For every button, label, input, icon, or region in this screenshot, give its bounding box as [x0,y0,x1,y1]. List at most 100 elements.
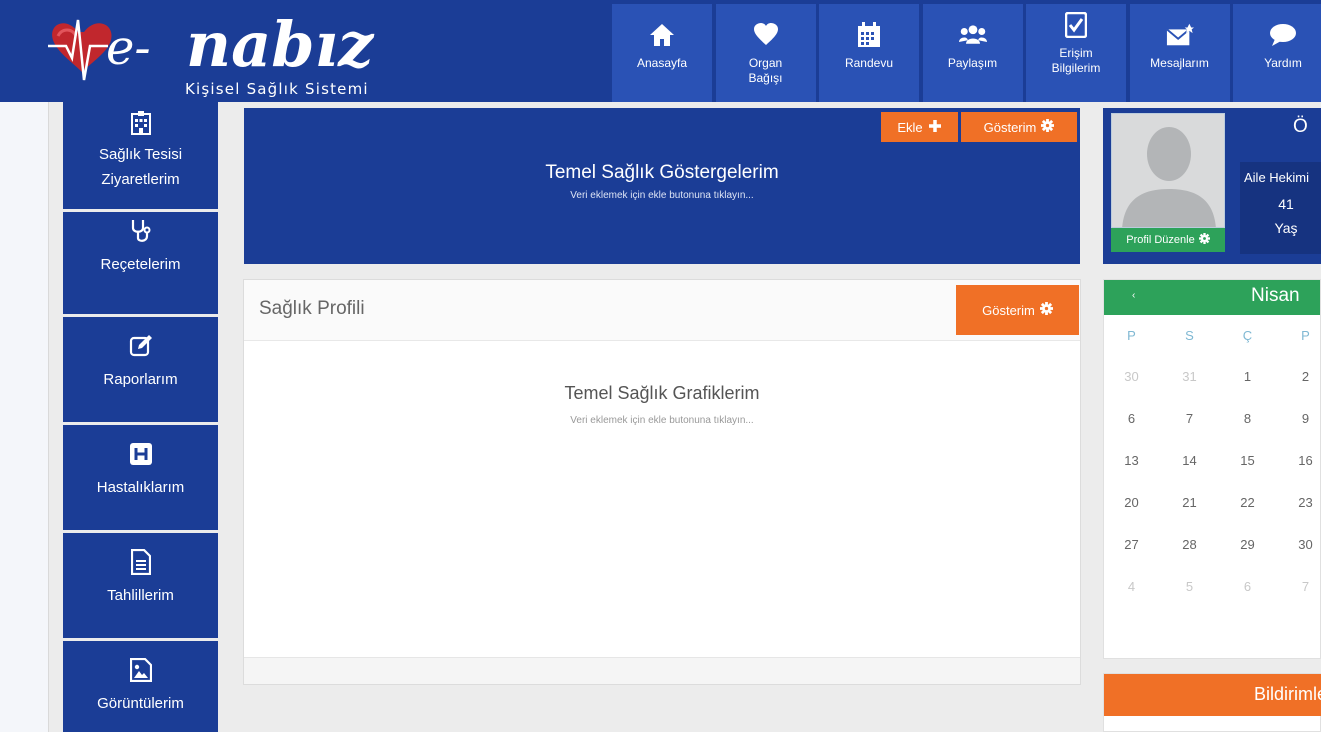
calendar-day[interactable]: 7 [1275,579,1320,594]
calendar-day[interactable]: 16 [1275,453,1320,468]
gear-icon [1198,233,1210,247]
calendar-day[interactable]: 8 [1217,411,1278,426]
logo-nabiz: nabız [186,8,375,81]
calendar-day[interactable]: 2 [1275,369,1320,384]
calendar-day[interactable]: 20 [1104,495,1162,510]
heart-icon [752,20,780,50]
grafik-title: Temel Sağlık Grafiklerim [564,383,760,403]
temel-title: Temel Sağlık Göstergelerim [545,162,779,183]
calendar-day[interactable]: 6 [1217,579,1278,594]
image-icon [129,655,152,685]
calendar-day[interactable]: 9 [1275,411,1320,426]
user-info-box: Aile Hekimi 41 Yaş [1240,162,1321,254]
calendar-days-of-week: P S Ç P [1104,315,1320,355]
calendar-day[interactable]: 15 [1217,453,1278,468]
notifications-header: Bildirimler [1104,674,1321,716]
gosterim-label: Gösterim [983,119,1037,135]
profil-duzenle-label: Profil Düzenle [1126,234,1195,246]
calendar-month: Nisan [1251,285,1300,306]
calendar-day[interactable]: 4 [1104,579,1162,594]
home-icon [648,20,676,50]
calendar-grid: P S Ç P 30 31 1 2 6 7 8 9 13 14 15 16 20… [1104,315,1320,607]
aile-hekimi-label: Aile Hekimi [1244,170,1310,185]
age-label: Yaş [1274,220,1298,236]
calendar-day[interactable]: 5 [1159,579,1220,594]
nav-erisim-bilgilerim[interactable]: Erişim Bilgilerim [1026,4,1126,102]
nav-label: Yardım [1264,56,1302,70]
calendar-day[interactable]: 14 [1159,453,1220,468]
gosterim-button[interactable]: Gösterim [961,112,1077,142]
calendar-day[interactable]: 30 [1104,369,1162,384]
nav-label: Randevu [844,56,894,70]
nav-yardim[interactable]: Yardım [1233,4,1321,102]
plus-icon [928,119,942,136]
notifications-title: Bildirimler [1254,684,1321,704]
calendar-week: 27 28 29 30 [1104,523,1320,565]
age-value: 41 [1278,196,1294,212]
top-header: e- nabız Kişisel Sağlık Sistemi Anasayfa… [0,0,1321,102]
sidebar-item-tahlillerim[interactable]: Tahlillerim [63,533,218,641]
grafik-subtitle: Veri eklemek için ekle butonuna tıklayın… [570,415,754,426]
ekle-label: Ekle [897,119,923,135]
calendar-week: 6 7 8 9 [1104,397,1320,439]
envelope-icon [1165,20,1194,50]
calendar-day[interactable]: 6 [1104,411,1162,426]
sidebar-item-label: Tahlillerim [107,587,174,604]
calendar-day[interactable]: 1 [1217,369,1278,384]
calendar-day[interactable]: 29 [1217,537,1278,552]
sidebar-item-saglik-tesisi-ziyaretlerim[interactable]: Sağlık Tesisi Ziyaretlerim [63,102,218,212]
day-of-week: P [1301,327,1310,343]
profil-duzenle-button[interactable]: Profil Düzenle [1111,228,1225,252]
ekle-button[interactable]: Ekle [881,112,958,142]
nav-label: Organ Bağışı [748,56,783,85]
logo-e: e- [106,20,151,76]
calendar-icon [855,20,883,50]
calendar-day[interactable]: 7 [1159,411,1220,426]
day-of-week: P [1127,327,1136,343]
gear-icon [1041,119,1055,135]
gear-icon [1039,302,1053,318]
user-silhouette-icon [1112,114,1224,227]
saglik-profili-card: Sağlık Profili Gösterim Temel Sağlık Gra… [243,279,1081,685]
calendar-day[interactable]: 27 [1104,537,1162,552]
sidebar-item-label: Hastalıklarım [96,479,185,496]
day-of-week: S [1185,327,1194,343]
sidebar-item-raporlarim[interactable]: Raporlarım [63,317,218,425]
users-icon [958,20,987,50]
calendar-prev-button[interactable]: ‹ [1132,290,1135,301]
profil-header: Sağlık Profili Gösterim [244,280,1080,341]
nav-anasayfa[interactable]: Anasayfa [612,4,712,102]
chat-bubble-icon [1269,20,1297,50]
nav-randevu[interactable]: Randevu [819,4,919,102]
document-icon [130,547,151,577]
notifications-panel: Bildirimler [1103,673,1321,732]
sidebar-item-hastaliklarim[interactable]: Hastalıklarım [63,425,218,533]
sidebar-item-label: Reçetelerim [100,256,181,273]
calendar-widget: ‹ Nisan P S Ç P 30 31 1 2 6 7 8 9 13 14 … [1103,279,1321,659]
edit-icon [129,331,153,361]
nav-paylasim[interactable]: Paylaşım [922,4,1023,102]
calendar-day[interactable]: 22 [1217,495,1278,510]
sidebar-item-recetelerim[interactable]: Reçetelerim [63,212,218,317]
sidebar-item-label: Sağlık Tesisi Ziyaretlerim [98,146,183,188]
profil-gosterim-button[interactable]: Gösterim [956,285,1079,335]
logo-tagline: Kişisel Sağlık Sistemi [185,80,369,98]
nav-mesajlarim[interactable]: Mesajlarım [1129,4,1230,102]
calendar-week: 30 31 1 2 [1104,355,1320,397]
h-square-icon [129,439,152,469]
calendar-day[interactable]: 28 [1159,537,1220,552]
calendar-week: 13 14 15 16 [1104,439,1320,481]
avatar[interactable] [1111,113,1225,228]
day-of-week: Ç [1242,327,1253,343]
temel-saglik-panel: Ekle Gösterim Temel Sağlık Göstergelerim… [244,108,1080,264]
hospital-building-icon [130,108,151,138]
nav-label: Anasayfa [636,56,688,70]
calendar-day[interactable]: 13 [1104,453,1162,468]
sidebar-item-goruntulerim[interactable]: Görüntülerim [63,641,218,732]
calendar-day[interactable]: 23 [1275,495,1320,510]
nav-organ-bagisi[interactable]: Organ Bağışı [715,4,816,102]
calendar-week: 20 21 22 23 [1104,481,1320,523]
calendar-day[interactable]: 30 [1275,537,1320,552]
calendar-day[interactable]: 21 [1159,495,1220,510]
calendar-day[interactable]: 31 [1159,369,1220,384]
